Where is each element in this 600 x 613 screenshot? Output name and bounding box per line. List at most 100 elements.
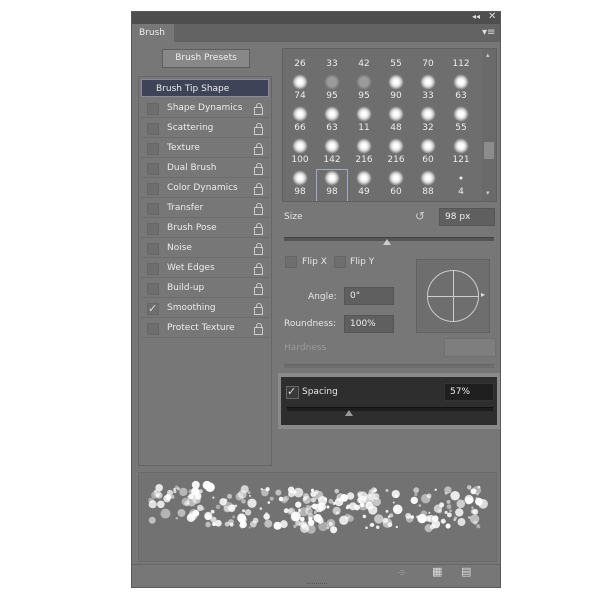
lock-icon[interactable] (254, 203, 263, 215)
brush-tip[interactable]: 49 (349, 170, 379, 201)
brush-tip[interactable]: 95 (317, 74, 347, 106)
setting-smoothing[interactable]: ✓ Smoothing (141, 299, 269, 318)
setting-wet-edges[interactable]: Wet Edges (141, 259, 269, 278)
spacing-checkbox[interactable]: ✓ (286, 386, 299, 399)
setting-protect-texture[interactable]: Protect Texture (141, 319, 269, 338)
size-slider-thumb[interactable] (382, 239, 391, 245)
brush-presets-button[interactable]: Brush Presets (162, 49, 250, 68)
setting-checkbox[interactable] (147, 163, 159, 175)
close-icon[interactable]: ✕ (488, 11, 496, 22)
angle-roundness-widget[interactable]: ▸ (416, 259, 490, 333)
setting-shape-dynamics[interactable]: Shape Dynamics (141, 99, 269, 118)
stroke-dab (434, 488, 437, 491)
brush-thumbnail (388, 74, 404, 90)
setting-build-up[interactable]: Build-up (141, 279, 269, 298)
brush-tip[interactable]: 95 (349, 74, 379, 106)
setting-checkbox[interactable] (147, 123, 159, 135)
setting-dual-brush[interactable]: Dual Brush (141, 159, 269, 178)
brush-thumbnail (356, 106, 372, 122)
lock-icon[interactable] (254, 103, 263, 115)
brush-tip[interactable]: 60 (381, 170, 411, 201)
brush-tip[interactable]: 63 (317, 106, 347, 138)
toggle-live-tip-icon[interactable]: ⌯ (398, 567, 406, 578)
flip-y-checkbox[interactable] (334, 256, 346, 268)
setting-checkbox[interactable] (147, 243, 159, 255)
lock-icon[interactable] (254, 323, 263, 335)
brush-tip[interactable]: 142 (317, 138, 347, 170)
brush-tip[interactable]: 88 (413, 170, 443, 201)
stroke-dab (191, 487, 200, 496)
brush-tip[interactable]: 4 (446, 170, 476, 201)
angle-input[interactable]: 0° (344, 287, 394, 305)
brush-tip[interactable]: 33 (413, 74, 443, 106)
brush-size-label: 121 (452, 155, 470, 165)
setting-transfer[interactable]: Transfer (141, 199, 269, 218)
brush-tip[interactable]: 63 (446, 74, 476, 106)
setting-checkbox[interactable] (147, 143, 159, 155)
setting-brush-tip-shape[interactable]: Brush Tip Shape (141, 79, 269, 97)
reset-size-icon[interactable]: ↺ (415, 209, 425, 223)
lock-icon[interactable] (254, 223, 263, 235)
collapse-icon[interactable]: ◂◂ (472, 12, 480, 21)
brush-size-label: 63 (455, 91, 467, 101)
brush-size-label: 33 (326, 59, 338, 69)
size-input[interactable]: 98 px (439, 208, 495, 226)
resize-grip[interactable] (307, 583, 327, 586)
setting-checkbox[interactable] (147, 183, 159, 195)
brush-tip[interactable]: 60 (413, 138, 443, 170)
brush-thumbnail (453, 138, 469, 154)
new-preset-icon[interactable]: ▤ (461, 565, 471, 578)
scroll-up-icon[interactable]: ▴ (486, 51, 490, 59)
brush-tip[interactable]: 121 (446, 138, 476, 170)
lock-icon[interactable] (254, 283, 263, 295)
setting-checkbox[interactable] (147, 103, 159, 115)
flip-x-checkbox[interactable] (285, 256, 297, 268)
brush-tip[interactable]: 11 (349, 106, 379, 138)
scroll-thumb[interactable] (484, 142, 494, 159)
brush-tip[interactable]: 100 (285, 138, 315, 170)
setting-checkbox[interactable] (147, 263, 159, 275)
grid-icon[interactable]: ▦ (432, 565, 442, 578)
brush-tip[interactable]: 98 (285, 170, 315, 201)
stroke-dab (279, 520, 288, 528)
angle-arrow-icon[interactable]: ▸ (481, 290, 485, 299)
lock-icon[interactable] (254, 183, 263, 195)
spacing-slider-thumb[interactable] (344, 410, 353, 416)
roundness-input[interactable]: 100% (344, 315, 394, 333)
brush-tip[interactable]: 90 (381, 74, 411, 106)
setting-texture[interactable]: Texture (141, 139, 269, 158)
panel-menu-icon[interactable]: ▾≡ (482, 27, 495, 38)
lock-icon[interactable] (254, 243, 263, 255)
brush-tip[interactable]: 98 (316, 169, 348, 201)
brush-tip[interactable]: 55 (446, 106, 476, 138)
setting-scattering[interactable]: Scattering (141, 119, 269, 138)
setting-checkbox[interactable] (147, 223, 159, 235)
lock-icon[interactable] (254, 263, 263, 275)
grid-scrollbar[interactable]: ▴ ▾ (482, 49, 496, 201)
brush-tip[interactable]: 74 (285, 74, 315, 106)
setting-checkbox[interactable]: ✓ (147, 303, 159, 315)
brush-tip[interactable]: 32 (413, 106, 443, 138)
lock-icon[interactable] (254, 163, 263, 175)
brush-size-label: 216 (355, 155, 373, 165)
lock-icon[interactable] (254, 143, 263, 155)
brush-tip[interactable]: 66 (285, 106, 315, 138)
spacing-input[interactable]: 57% (444, 383, 494, 401)
brush-size-label: 55 (390, 59, 402, 69)
brush-thumbnail (324, 170, 340, 186)
setting-noise[interactable]: Noise (141, 239, 269, 258)
setting-checkbox[interactable] (147, 323, 159, 335)
setting-brush-pose[interactable]: Brush Pose (141, 219, 269, 238)
lock-icon[interactable] (254, 123, 263, 135)
setting-color-dynamics[interactable]: Color Dynamics (141, 179, 269, 198)
tab-brush[interactable]: Brush (132, 24, 174, 42)
brush-tip[interactable]: 216 (381, 138, 411, 170)
brush-tip[interactable]: 216 (349, 138, 379, 170)
setting-checkbox[interactable] (147, 203, 159, 215)
title-bar[interactable]: ◂◂ ✕ (132, 11, 500, 24)
setting-checkbox[interactable] (147, 283, 159, 295)
lock-icon[interactable] (254, 303, 263, 315)
spacing-slider[interactable] (287, 407, 493, 411)
brush-tip[interactable]: 48 (381, 106, 411, 138)
scroll-down-icon[interactable]: ▾ (486, 189, 490, 197)
